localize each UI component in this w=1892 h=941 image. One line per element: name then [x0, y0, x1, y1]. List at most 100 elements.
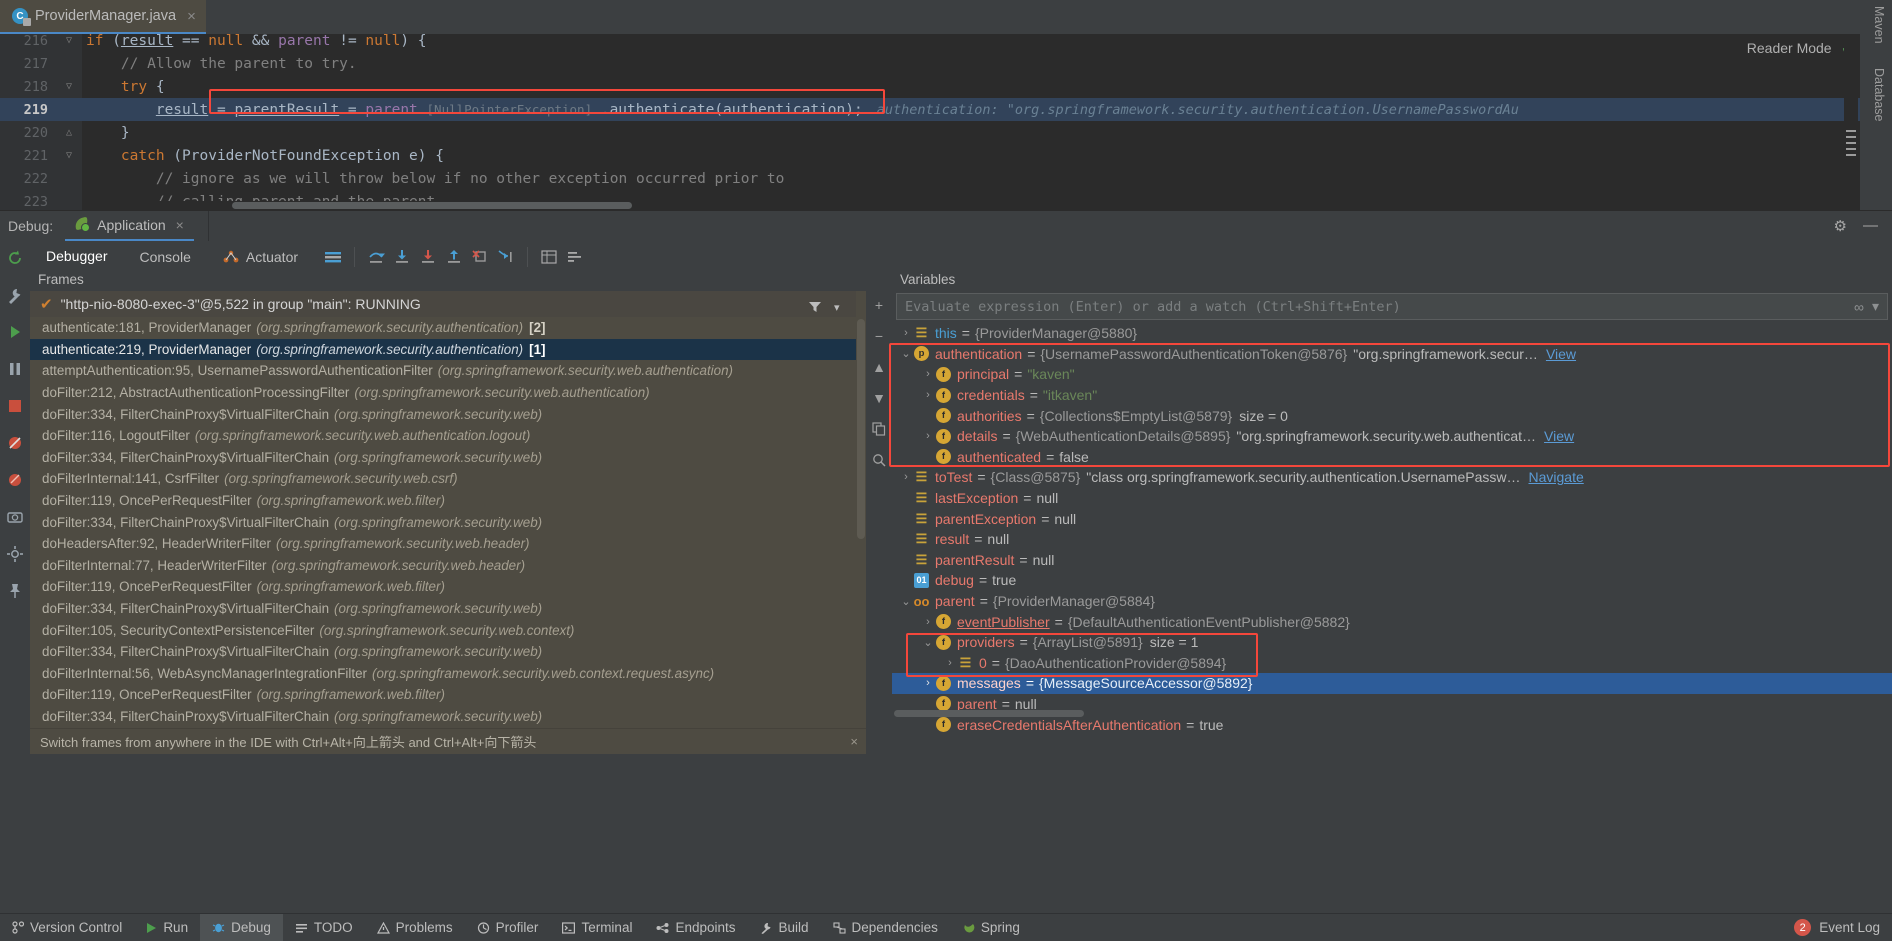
- code-line-220[interactable]: 220 △ }: [0, 121, 1860, 144]
- code-line-217[interactable]: 217 // Allow the parent to try.: [0, 52, 1860, 75]
- frame-row[interactable]: doFilter:119, OncePerRequestFilter (org.s…: [30, 490, 866, 512]
- variable-row-authorities[interactable]: f authorities = {Collections$EmptyList@5…: [892, 405, 1892, 426]
- frame-row[interactable]: doFilter:334, FilterChainProxy$VirtualFi…: [30, 511, 866, 533]
- collapse-arrow-icon[interactable]: ⌄: [898, 595, 914, 608]
- expand-arrow-icon[interactable]: ›: [920, 677, 936, 689]
- editor-horizontal-scrollbar[interactable]: [82, 201, 1852, 210]
- resume-program-icon[interactable]: [5, 322, 25, 342]
- settings-gear-icon[interactable]: [5, 544, 25, 564]
- layout-icon[interactable]: [320, 244, 346, 270]
- frame-row[interactable]: attemptAuthentication:95, UsernamePasswo…: [30, 360, 866, 382]
- fold-marker-icon[interactable]: ▽: [56, 81, 82, 92]
- evaluate-table-icon[interactable]: [536, 244, 562, 270]
- mute-breakpoints-icon[interactable]: [5, 433, 25, 453]
- frame-row[interactable]: doFilterInternal:141, CsrfFilter (org.spr…: [30, 468, 866, 490]
- expand-arrow-icon[interactable]: ›: [898, 327, 914, 339]
- status-item-dependencies[interactable]: Dependencies: [821, 914, 950, 941]
- settings-gear-icon[interactable]: ⚙: [1834, 217, 1847, 235]
- expand-arrow-icon[interactable]: ›: [920, 616, 936, 628]
- infinity-icon[interactable]: ∞: [1854, 299, 1864, 315]
- thread-row[interactable]: ✔ "http-nio-8080-exec-3"@5,522 in group …: [30, 291, 866, 317]
- collapse-arrow-icon[interactable]: ⌄: [920, 636, 936, 649]
- status-item-version-control[interactable]: Version Control: [0, 914, 134, 941]
- status-item-problems[interactable]: Problems: [365, 914, 465, 941]
- status-item-terminal[interactable]: Terminal: [550, 914, 644, 941]
- status-item-build[interactable]: Build: [748, 914, 821, 941]
- tool-window-database[interactable]: Database: [1872, 68, 1886, 122]
- variable-row-authenticated[interactable]: f authenticated = false: [892, 447, 1892, 468]
- close-icon[interactable]: ×: [850, 734, 858, 749]
- editor-tab-providermanager[interactable]: C ProviderManager.java ×: [0, 0, 206, 34]
- frame-row-selected[interactable]: authenticate:219, ProviderManager (org.sp…: [30, 338, 866, 361]
- settings-list-icon[interactable]: [562, 244, 588, 270]
- frame-row[interactable]: authenticate:181, ProviderManager (org.sp…: [30, 317, 866, 339]
- view-link[interactable]: View: [1538, 346, 1576, 362]
- view-link[interactable]: View: [1536, 428, 1574, 444]
- frames-scrollbar[interactable]: [856, 291, 866, 750]
- run-to-cursor-icon[interactable]: [493, 244, 519, 270]
- view-breakpoints-icon[interactable]: [5, 470, 25, 490]
- variable-row-parentresult[interactable]: ☰ parentResult = null: [892, 550, 1892, 571]
- variable-row-erasecredentials[interactable]: f eraseCredentialsAfterAuthentication = …: [892, 714, 1892, 735]
- variable-row-details[interactable]: › f details = {WebAuthenticationDetails@…: [892, 426, 1892, 447]
- remove-watch-icon[interactable]: −: [870, 327, 888, 345]
- status-item-spring[interactable]: Spring: [950, 914, 1032, 941]
- variable-row-lastexception[interactable]: ☰ lastException = null: [892, 488, 1892, 509]
- expand-arrow-icon[interactable]: ›: [920, 430, 936, 442]
- variable-row-providers[interactable]: ⌄ f providers = {ArrayList@5891} size = …: [892, 632, 1892, 653]
- frame-row[interactable]: doFilter:212, AbstractAuthenticationProc…: [30, 382, 866, 404]
- move-up-icon[interactable]: ▲: [870, 358, 888, 376]
- status-item-todo[interactable]: TODO: [283, 914, 365, 941]
- variable-row-principal[interactable]: › f principal = "kaven": [892, 364, 1892, 385]
- variable-row-parent[interactable]: ⌄ oo parent = {ProviderManager@5884}: [892, 591, 1892, 612]
- navigate-link[interactable]: Navigate: [1520, 469, 1583, 485]
- variable-row-providers-0[interactable]: › ☰ 0 = {DaoAuthenticationProvider@5894}: [892, 653, 1892, 674]
- step-into-icon[interactable]: [389, 244, 415, 270]
- pin-icon[interactable]: [5, 581, 25, 601]
- scrollbar-thumb[interactable]: [894, 710, 1084, 717]
- error-stripe-panel[interactable]: [1844, 34, 1858, 210]
- add-watch-icon[interactable]: +: [870, 296, 888, 314]
- variable-row-result[interactable]: ☰ result = null: [892, 529, 1892, 550]
- variable-row-authentication[interactable]: ⌄ p authentication = {UsernamePasswordAu…: [892, 344, 1892, 365]
- code-editor[interactable]: 216 ▽ if (result == null && parent != nu…: [0, 34, 1860, 210]
- evaluate-expression-input[interactable]: Evaluate expression (Enter) or add a wat…: [896, 293, 1888, 320]
- variable-row-parentexception[interactable]: ☰ parentException = null: [892, 508, 1892, 529]
- frames-list[interactable]: authenticate:181, ProviderManager (org.sp…: [30, 317, 866, 745]
- force-step-into-icon[interactable]: [415, 244, 441, 270]
- tool-window-maven[interactable]: Maven: [1872, 6, 1886, 44]
- chevron-down-icon[interactable]: ▾: [834, 301, 840, 314]
- status-item-profiler[interactable]: Profiler: [465, 914, 551, 941]
- camera-icon[interactable]: [5, 507, 25, 527]
- status-item-debug[interactable]: Debug: [200, 913, 283, 941]
- frame-row[interactable]: doFilter:334, FilterChainProxy$VirtualFi…: [30, 447, 866, 469]
- code-line-216[interactable]: 216 ▽ if (result == null && parent != nu…: [0, 34, 1860, 52]
- expand-arrow-icon[interactable]: ›: [920, 389, 936, 401]
- step-over-icon[interactable]: [363, 244, 389, 270]
- move-down-icon[interactable]: ▼: [870, 389, 888, 407]
- variable-row-this[interactable]: › ☰ this = {ProviderManager@5880}: [892, 323, 1892, 344]
- variable-row-credentials[interactable]: › f credentials = "itkaven": [892, 385, 1892, 406]
- status-item-endpoints[interactable]: Endpoints: [644, 914, 747, 941]
- fold-marker-icon[interactable]: ▽: [56, 35, 82, 46]
- scrollbar-thumb[interactable]: [857, 319, 865, 539]
- frame-row[interactable]: doFilter:334, FilterChainProxy$VirtualFi…: [30, 598, 866, 620]
- drop-frame-icon[interactable]: [467, 244, 493, 270]
- event-log-label[interactable]: Event Log: [1819, 920, 1880, 935]
- variable-row-totest[interactable]: › ☰ toTest = {Class@5875} "class org.spr…: [892, 467, 1892, 488]
- variables-tree[interactable]: › ☰ this = {ProviderManager@5880} ⌄ p au…: [892, 323, 1892, 763]
- stop-icon[interactable]: [5, 396, 25, 416]
- step-out-icon[interactable]: [441, 244, 467, 270]
- debug-session-tab-application[interactable]: Application ×: [65, 211, 194, 241]
- scrollbar-thumb[interactable]: [232, 202, 632, 209]
- code-line-219-current[interactable]: 219 result = parentResult = parent [Null…: [0, 98, 1860, 121]
- fold-marker-icon[interactable]: △: [56, 127, 82, 138]
- frame-row[interactable]: doFilter:334, FilterChainProxy$VirtualFi…: [30, 706, 866, 728]
- reader-mode-indicator[interactable]: Reader Mode ✓: [1747, 38, 1854, 58]
- frame-row[interactable]: doFilterInternal:77, HeaderWriterFilter(…: [30, 555, 866, 577]
- frame-row[interactable]: doHeadersAfter:92, HeaderWriterFilter (or…: [30, 533, 866, 555]
- frame-row[interactable]: doFilter:119, OncePerRequestFilter (org.s…: [30, 684, 866, 706]
- chevron-down-icon[interactable]: ▾: [1872, 298, 1879, 315]
- rerun-icon[interactable]: [5, 248, 25, 268]
- frame-row[interactable]: doFilter:119, OncePerRequestFilter (org.s…: [30, 576, 866, 598]
